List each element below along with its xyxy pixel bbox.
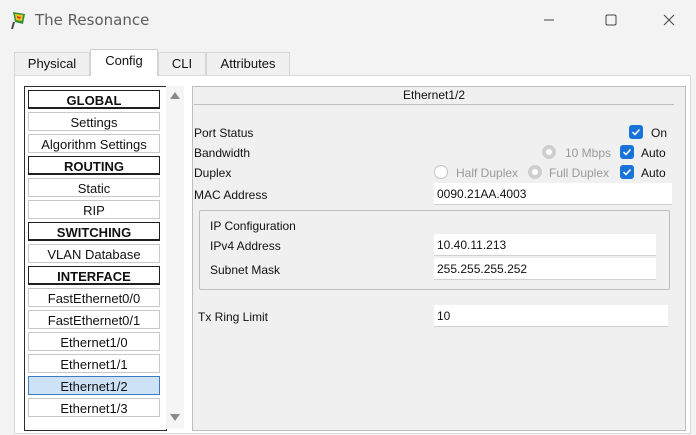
packet-tracer-app-icon: [11, 12, 25, 30]
minimize-button[interactable]: [526, 8, 572, 32]
sidebar-item-ethernet1-3[interactable]: Ethernet1/3: [28, 398, 160, 417]
bandwidth-auto-checkbox[interactable]: [620, 145, 634, 159]
minimize-icon: [544, 19, 554, 21]
bandwidth-label: Bandwidth: [194, 146, 251, 160]
checkmark-icon: [622, 148, 632, 156]
sidebar-item-static[interactable]: Static: [28, 178, 160, 197]
sidebar-header-switching[interactable]: SWITCHING: [28, 222, 160, 241]
checkmark-icon: [631, 128, 641, 136]
scroll-down-arrow-icon[interactable]: [170, 414, 180, 421]
sidebar-scrollbar[interactable]: [166, 86, 184, 429]
sidebar-header-global[interactable]: GLOBAL: [28, 90, 160, 109]
subnet-mask-field[interactable]: [434, 258, 656, 280]
tab-cli[interactable]: CLI: [158, 52, 206, 75]
duplex-half-radio[interactable]: [434, 165, 448, 179]
tab-attributes[interactable]: Attributes: [206, 52, 290, 75]
sidebar-item-vlan-database[interactable]: VLAN Database: [28, 244, 160, 263]
port-status-on-label: On: [651, 126, 668, 140]
sidebar-item-rip[interactable]: RIP: [28, 200, 160, 219]
tx-ring-limit-field[interactable]: [434, 305, 668, 327]
maximize-button[interactable]: [588, 8, 634, 32]
window-title: The Resonance: [35, 11, 150, 29]
sidebar-item-ethernet1-0[interactable]: Ethernet1/0: [28, 332, 160, 351]
duplex-auto-label: Auto: [641, 166, 666, 180]
checkmark-icon: [622, 168, 632, 176]
interface-title: Ethernet1/2: [194, 87, 674, 105]
sidebar-header-routing[interactable]: ROUTING: [28, 156, 160, 175]
mac-address-label: MAC Address: [194, 188, 268, 202]
tab-config[interactable]: Config: [90, 49, 158, 76]
title-bar: The Resonance: [0, 0, 696, 40]
close-icon: [663, 14, 675, 26]
bandwidth-10mbps-radio[interactable]: [542, 145, 556, 159]
duplex-full-label: Full Duplex: [549, 166, 610, 180]
mac-address-field[interactable]: [434, 183, 672, 205]
scroll-up-arrow-icon[interactable]: [170, 92, 180, 99]
sidebar-item-ethernet1-1[interactable]: Ethernet1/1: [28, 354, 160, 373]
port-status-label: Port Status: [194, 126, 254, 140]
bandwidth-10mbps-label: 10 Mbps: [565, 146, 612, 160]
sidebar-item-fastethernet0-1[interactable]: FastEthernet0/1: [28, 310, 160, 329]
sidebar-item-fastethernet0-0[interactable]: FastEthernet0/0: [28, 288, 160, 307]
maximize-icon: [605, 14, 617, 26]
ipv4-address-label: IPv4 Address: [210, 239, 281, 253]
duplex-auto-checkbox[interactable]: [620, 165, 634, 179]
tab-physical[interactable]: Physical: [14, 52, 90, 75]
port-status-on-checkbox[interactable]: [629, 125, 643, 139]
subnet-mask-label: Subnet Mask: [210, 263, 281, 277]
close-button[interactable]: [646, 8, 692, 32]
sidebar-item-ethernet1-2[interactable]: Ethernet1/2: [28, 376, 160, 395]
config-sidebar: GLOBAL Settings Algorithm Settings ROUTI…: [24, 86, 167, 431]
duplex-label: Duplex: [194, 166, 232, 180]
duplex-full-radio[interactable]: [528, 165, 542, 179]
ipv4-address-field[interactable]: [434, 234, 656, 256]
sidebar-item-algorithm-settings[interactable]: Algorithm Settings: [28, 134, 160, 153]
duplex-half-label: Half Duplex: [456, 166, 519, 180]
sidebar-header-interface[interactable]: INTERFACE: [28, 266, 160, 285]
sidebar-item-settings[interactable]: Settings: [28, 112, 160, 131]
tx-ring-limit-label: Tx Ring Limit: [198, 310, 269, 324]
ip-configuration-title: IP Configuration: [210, 219, 296, 233]
bandwidth-auto-label: Auto: [641, 146, 666, 160]
